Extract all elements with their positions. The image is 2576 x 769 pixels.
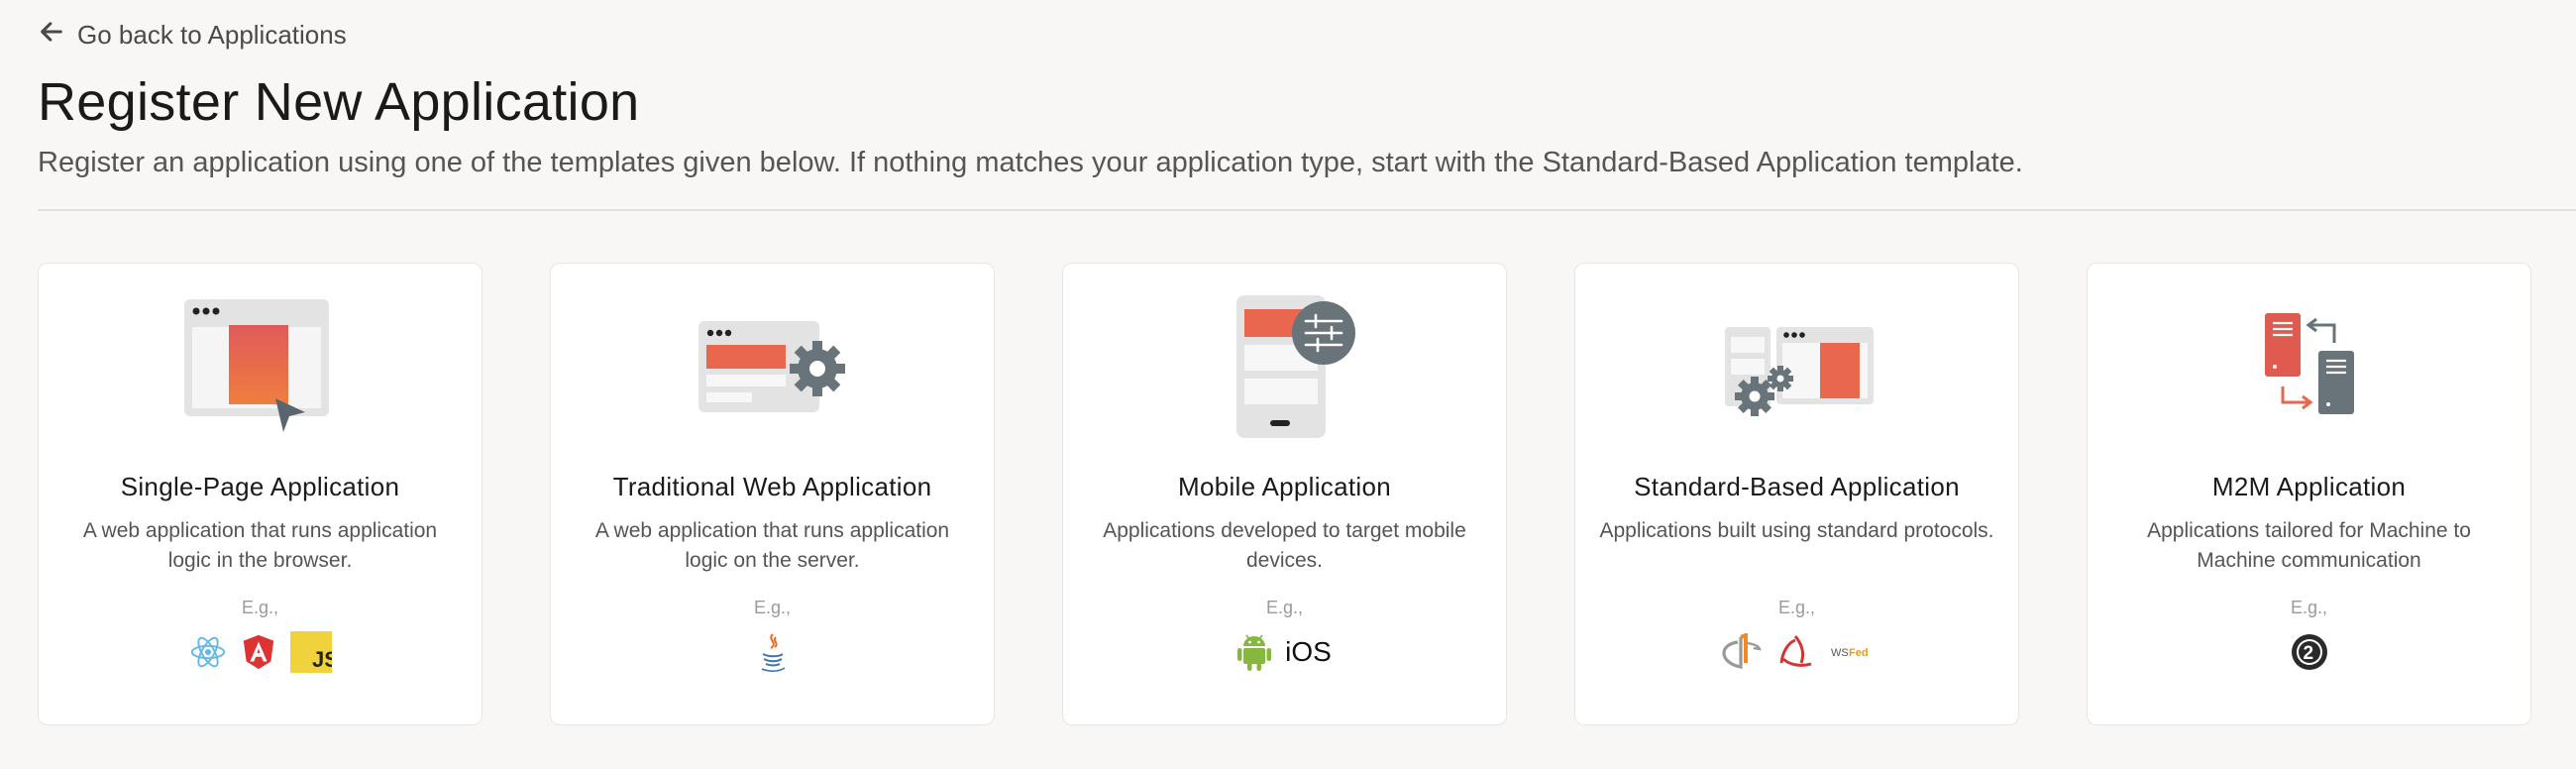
java-icon [757, 632, 789, 672]
card-eg-label: E.g., [1777, 598, 1816, 617]
card-eg-label: E.g., [2290, 598, 2328, 617]
back-to-applications-link[interactable]: Go back to Applications [38, 18, 347, 53]
svg-text:JS: JS [312, 647, 332, 672]
mobile-app-illustration [1191, 291, 1379, 442]
card-eg-label: E.g., [241, 598, 279, 617]
card-title: Traditional Web Application [612, 472, 932, 501]
header-divider [38, 209, 2576, 211]
card-description: A web application that runs application … [594, 519, 950, 572]
card-description: A web application that runs application … [82, 519, 438, 572]
template-card-mobile-application[interactable]: Mobile Application Applications develope… [1062, 263, 1507, 725]
back-link-label: Go back to Applications [77, 20, 347, 50]
single-page-app-illustration [166, 291, 355, 442]
card-eg-label: E.g., [753, 598, 792, 617]
arrow-left-icon [38, 18, 65, 53]
saml-icon [1775, 633, 1815, 671]
tech-icons: 2 [2290, 630, 2329, 674]
card-description: Applications built using standard protoc… [1599, 519, 1994, 542]
svg-text:WS: WS [1831, 647, 1849, 659]
card-eg-label: E.g., [1265, 598, 1304, 617]
tech-icons [757, 630, 789, 674]
traditional-web-app-illustration [679, 291, 867, 442]
card-title: Mobile Application [1178, 472, 1391, 501]
tech-icons: WS Fed [1721, 630, 1873, 674]
standard-based-app-illustration [1703, 291, 1891, 442]
template-card-single-page-application[interactable]: Single-Page Application A web applicatio… [38, 263, 483, 725]
template-card-traditional-web-application[interactable]: Traditional Web Application A web applic… [550, 263, 995, 725]
card-description: Applications tailored for Machine to Mac… [2147, 519, 2471, 572]
angular-icon [241, 633, 276, 671]
oauth2-icon: 2 [2290, 632, 2329, 672]
card-title: Standard-Based Application [1634, 472, 1960, 501]
card-title: Single-Page Application [120, 472, 400, 501]
card-description: Applications developed to target mobile … [1103, 519, 1466, 572]
svg-text:2: 2 [2303, 643, 2313, 664]
android-icon [1237, 632, 1272, 672]
m2m-app-illustration [2215, 291, 2404, 442]
wsfed-icon: WS Fed [1829, 642, 1873, 662]
ios-label: iOS [1285, 636, 1332, 667]
page-description: Register an application using one of the… [38, 147, 2023, 178]
page-title: Register New Application [38, 72, 640, 132]
card-title: M2M Application [2211, 472, 2407, 501]
openid-icon [1721, 633, 1762, 671]
tech-icons: JS [189, 630, 332, 674]
template-card-m2m-application[interactable]: M2M Application Applications tailored fo… [2087, 263, 2531, 725]
tech-icons: iOS [1237, 630, 1332, 674]
svg-text:Fed: Fed [1849, 647, 1869, 659]
template-grid: Single-Page Application A web applicatio… [38, 263, 2531, 725]
template-card-standard-based-application[interactable]: Standard-Based Application Applications … [1574, 263, 2019, 725]
react-icon [189, 633, 227, 671]
javascript-icon: JS [289, 631, 332, 673]
